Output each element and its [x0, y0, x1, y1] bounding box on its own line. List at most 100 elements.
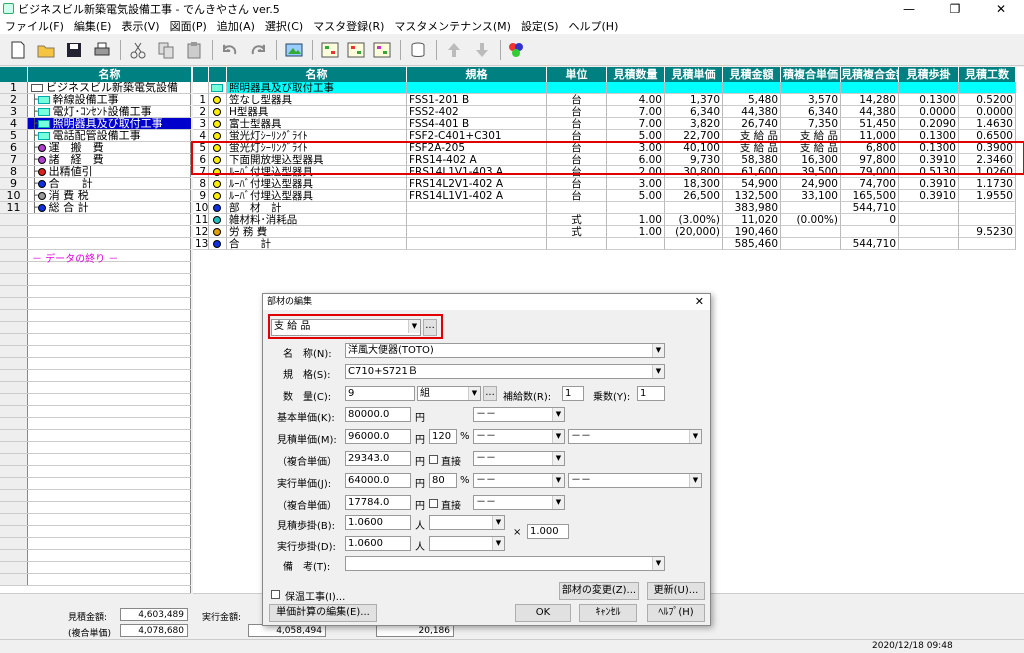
tree-item[interactable]: 8 ├ 出精値引: [0, 166, 191, 178]
move-down-icon[interactable]: [470, 38, 494, 62]
est-pct-input[interactable]: 120: [429, 429, 457, 444]
cancel-button[interactable]: ｷｬﾝｾﾙ: [579, 604, 637, 622]
color-balls-icon[interactable]: [504, 38, 528, 62]
move-up-icon[interactable]: [442, 38, 466, 62]
tree-view-icon[interactable]: [318, 38, 342, 62]
exec-pct-input[interactable]: 80: [429, 473, 457, 488]
tree-empty-row: [0, 322, 191, 334]
new-file-icon[interactable]: [6, 38, 30, 62]
cut-icon[interactable]: [126, 38, 150, 62]
help-button[interactable]: ﾍﾙﾌﾟ(H): [647, 604, 705, 622]
comp2-select[interactable]: －－ ▼: [473, 495, 565, 510]
menu-drawing[interactable]: 図面(P): [165, 18, 212, 34]
comp1-select[interactable]: －－ ▼: [473, 451, 565, 466]
tree-empty-row: [0, 538, 191, 550]
est-price-input[interactable]: 96000.0: [345, 429, 411, 444]
menu-help[interactable]: ヘルプ(H): [564, 18, 624, 34]
table-row[interactable]: 8 ﾙｰﾊﾞ付埋込型器具 FRS14L2V1-402 A 台 3.00 18,300 54,…: [193, 178, 1016, 190]
menu-select[interactable]: 選択(C): [260, 18, 308, 34]
table-cell: 合 計: [227, 238, 407, 250]
tree-expand-icon[interactable]: [344, 38, 368, 62]
note-input[interactable]: ▼: [345, 556, 665, 571]
table-cell: [665, 82, 723, 94]
table-row[interactable]: 3 富士型器具 FSS4-401 B 台 7.00 3,820 26,740 7,350 51,…: [193, 118, 1016, 130]
tree-item[interactable]: 1 ビジネスビル新築電気設備: [0, 82, 191, 94]
exec-price-select2[interactable]: －－ ▼: [568, 473, 702, 488]
tree-item[interactable]: 4 ├ 照明器具及び取付工事: [0, 118, 191, 130]
tree-empty-row: [0, 274, 191, 286]
table-cell: 74,700: [841, 178, 899, 190]
menu-master-register[interactable]: マスタ登録(R): [308, 18, 389, 34]
qty-input[interactable]: 9: [345, 386, 415, 401]
tree-item[interactable]: 11 ├ 総 合 計: [0, 202, 191, 214]
table-cell: 24,900: [781, 178, 841, 190]
print-icon[interactable]: [90, 38, 114, 62]
tree-hscroll[interactable]: [0, 593, 191, 607]
multiplier-input[interactable]: 1.000: [527, 524, 569, 539]
menu-file[interactable]: ファイル(F): [0, 18, 69, 34]
tree-item[interactable]: 2 ├ 幹線設備工事: [0, 94, 191, 106]
est-price-select[interactable]: －－ ▼: [473, 429, 565, 444]
base-price-input[interactable]: 80000.0: [345, 407, 411, 422]
tree-empty-row: [0, 238, 191, 250]
close-button[interactable]: ✕: [978, 0, 1024, 17]
est-rate-input[interactable]: 1.0600: [345, 515, 411, 530]
table-row[interactable]: 12 労 務 費 式 1.00 (20,000) 190,460 9.5230: [193, 226, 1016, 238]
minimize-button[interactable]: —: [886, 0, 932, 17]
menu-master-maintenance[interactable]: マスタメンテナンス(M): [389, 18, 516, 34]
table-row[interactable]: 2 H型器具 FSS2-402 台 7.00 6,340 44,380 6,340 44,380…: [193, 106, 1016, 118]
tree-item[interactable]: 6 ├ 運 搬 費: [0, 142, 191, 154]
update-button[interactable]: 更新(U)...: [647, 582, 705, 600]
table-row[interactable]: 照明器具及び取付工事: [193, 82, 1016, 94]
exec-price-select[interactable]: －－ ▼: [473, 473, 565, 488]
mult-input[interactable]: 1: [637, 386, 665, 401]
menu-add[interactable]: 追加(A): [212, 18, 260, 34]
price-calc-edit-button[interactable]: 単価計算の編集(E)...: [269, 604, 377, 622]
table-row[interactable]: 11 雑材料･消耗品 式 1.00 (3.00%) 11,020 (0.00%) 0: [193, 214, 1016, 226]
comp2-label: （複合単価）: [277, 501, 337, 512]
open-folder-icon[interactable]: [34, 38, 58, 62]
tree-item[interactable]: 5 ├ 電話配管設備工事: [0, 130, 191, 142]
tree-collapse-icon[interactable]: [370, 38, 394, 62]
tree-item[interactable]: 9 ├ 合 計: [0, 178, 191, 190]
drawing-icon[interactable]: [282, 38, 306, 62]
change-material-button[interactable]: 部材の変更(Z)...: [559, 582, 639, 600]
menu-view[interactable]: 表示(V): [116, 18, 164, 34]
ok-button[interactable]: OK: [515, 604, 571, 622]
unit-select[interactable]: 組 ▼: [417, 386, 481, 401]
est-rate-select[interactable]: ▼: [429, 515, 505, 530]
base-price-select[interactable]: －－ ▼: [473, 407, 565, 422]
exec-price-input[interactable]: 64000.0: [345, 473, 411, 488]
comp1-input[interactable]: 29343.0: [345, 451, 411, 466]
dialog-close-icon[interactable]: ✕: [695, 294, 704, 310]
redo-icon[interactable]: [246, 38, 270, 62]
maximize-button[interactable]: ❐: [932, 0, 978, 17]
name-input[interactable]: 洋風大便器(TOTO) ▼: [345, 343, 665, 358]
menu-edit[interactable]: 編集(E): [69, 18, 117, 34]
table-cell: [959, 238, 1016, 250]
tree-item[interactable]: 10 ├ 消 費 税: [0, 190, 191, 202]
unit-button[interactable]: ...: [483, 386, 497, 401]
comp2-input[interactable]: 17784.0: [345, 495, 411, 510]
paste-icon[interactable]: [182, 38, 206, 62]
direct-checkbox-2[interactable]: [429, 499, 438, 508]
direct-checkbox-1[interactable]: [429, 455, 438, 464]
table-row[interactable]: 9 ﾙｰﾊﾞ付埋込型器具 FRS14L1V1-402 A 台 5.00 26,500 132…: [193, 190, 1016, 202]
tree-item[interactable]: 3 ├ 電灯･ｺﾝｾﾝﾄ設備工事: [0, 106, 191, 118]
est-price-select2[interactable]: －－ ▼: [568, 429, 702, 444]
exec-rate-input[interactable]: 1.0600: [345, 536, 411, 551]
spec-input[interactable]: C710+S721Ｂ ▼: [345, 364, 665, 379]
copy-icon[interactable]: [154, 38, 178, 62]
tree-item[interactable]: 7 ├ 諸 経 費: [0, 154, 191, 166]
undo-icon[interactable]: [218, 38, 242, 62]
insulation-checkbox[interactable]: [271, 590, 280, 599]
table-row[interactable]: 1 笠なし型器具 FSS1-201 B 台 4.00 1,370 5,480 3,570 14,…: [193, 94, 1016, 106]
table-cell: FSS2-402: [407, 106, 547, 118]
menu-settings[interactable]: 設定(S): [516, 18, 564, 34]
table-row[interactable]: 10 部 材 計 383,980 544,710: [193, 202, 1016, 214]
database-icon[interactable]: [406, 38, 430, 62]
table-row[interactable]: 13 合 計 585,460 544,710: [193, 238, 1016, 250]
supp-input[interactable]: 1: [562, 386, 584, 401]
save-icon[interactable]: [62, 38, 86, 62]
exec-rate-select[interactable]: ▼: [429, 536, 505, 551]
